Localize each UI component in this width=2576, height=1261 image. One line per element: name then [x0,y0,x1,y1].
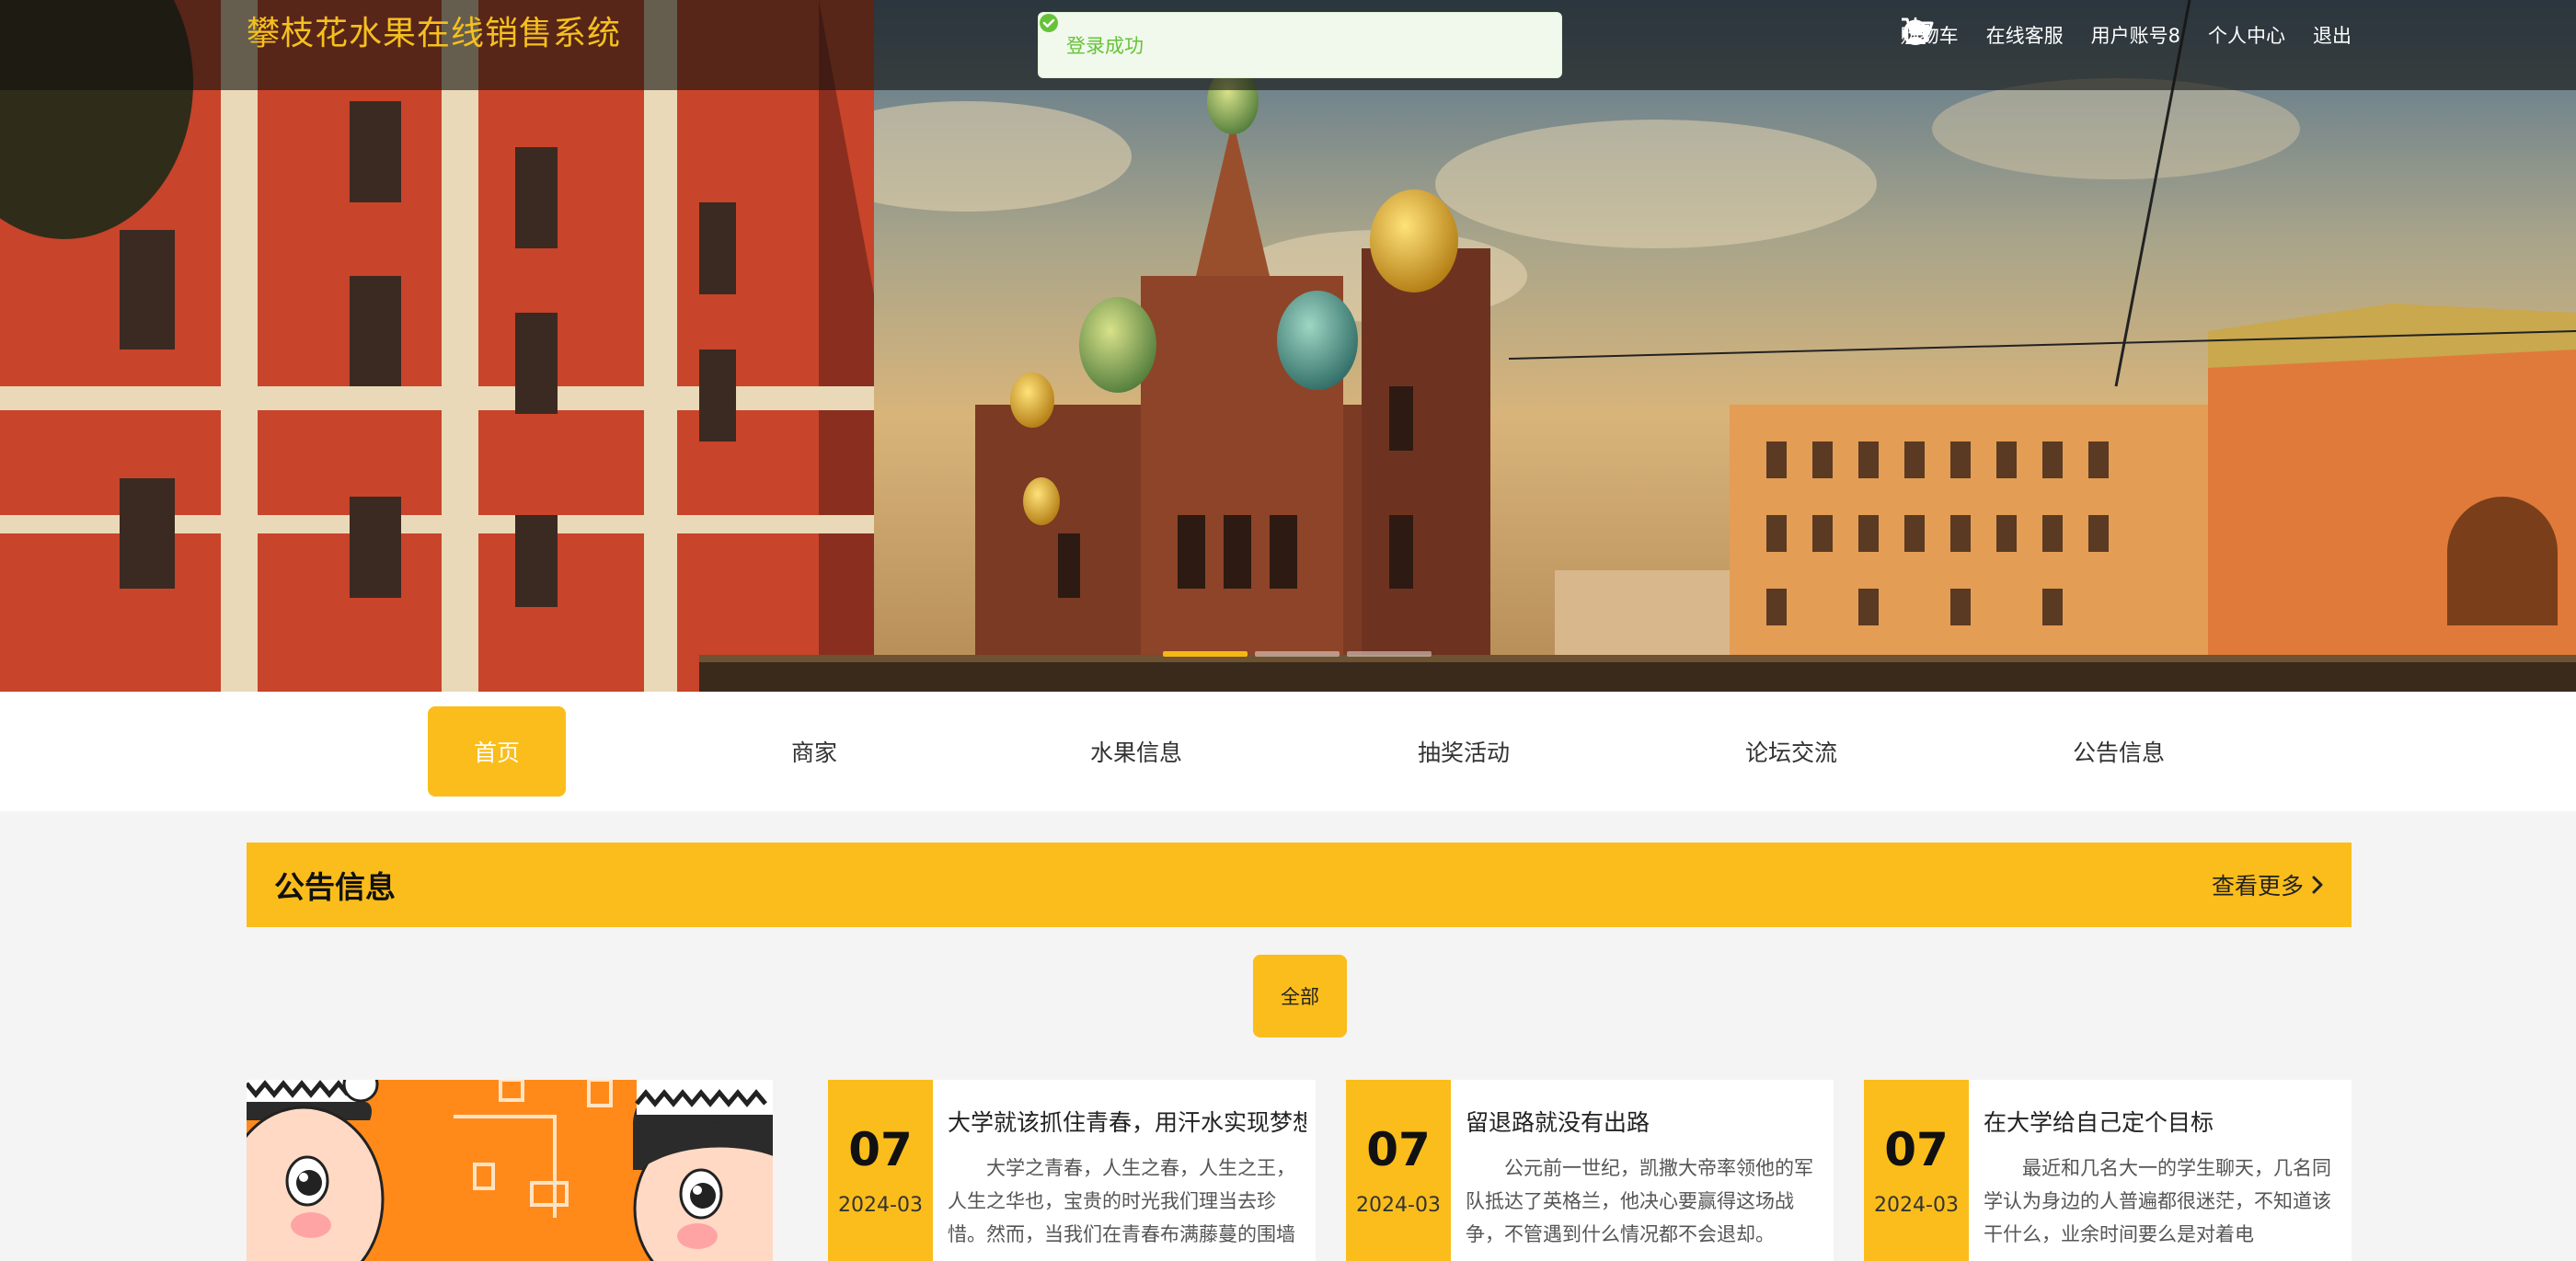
card-title[interactable]: 在大学给自己定个目标 [1984,1107,2342,1139]
main-nav: 首页 商家 水果信息 抽奖活动 论坛交流 公告信息 [0,692,2576,811]
card-excerpt: 大学之青春，人生之春，人生之王，人生之华也，宝贵的时光我们理当去珍惜。然而，当我… [948,1157,1295,1245]
nav-item-forum[interactable]: 论坛交流 [1722,706,1860,797]
card-day: 07 [1884,1123,1949,1176]
site-title[interactable]: 攀枝花水果在线销售系统 [247,13,621,55]
customer-service-label: 在线客服 [1985,25,2064,47]
nav-item-merchant[interactable]: 商家 [745,706,883,797]
carousel-indicator-1[interactable] [1163,651,1248,657]
notice-card[interactable]: 07 2024-03 在大学给自己定个目标 最近和几名大一的学生聊天，几名同学认… [1864,1080,2352,1261]
toast-message: 登录成功 [1066,35,1144,57]
personal-center-label: 个人中心 [2208,25,2285,47]
card-title[interactable]: 留退路就没有出路 [1466,1107,1824,1139]
card-year-month: 2024-03 [1874,1194,1959,1217]
view-more-link[interactable]: 查看更多 [2212,868,2324,901]
card-excerpt: 最近和几名大一的学生聊天，几名同学认为身边的人普遍都很迷茫，不知道该干什么，业余… [1984,1157,2331,1245]
personal-center-link[interactable]: 个人中心 [2208,21,2285,49]
success-toast: 登录成功 [1038,12,1562,78]
cartoon-illustration [247,1080,773,1261]
banner-image [0,0,2576,692]
filter-all-button[interactable]: 全部 [1253,955,1347,1037]
user-account-label: 用户账号8 [2090,25,2180,47]
notice-card[interactable]: 07 2024-03 留退路就没有出路 公元前一世纪，凯撒大帝率领他的军队抵达了… [1346,1080,1834,1261]
success-check-icon [1040,14,1058,32]
power-icon [1903,17,1927,45]
chevron-right-icon [2312,876,2323,894]
card-date: 07 2024-03 [1864,1080,1969,1261]
card-year-month: 2024-03 [838,1194,923,1217]
notice-section-header: 公告信息 查看更多 [247,843,2352,927]
card-day: 07 [1366,1123,1431,1176]
card-date: 07 2024-03 [828,1080,933,1261]
nav-item-fruit-info[interactable]: 水果信息 [1067,706,1205,797]
card-day: 07 [848,1123,913,1176]
notice-card[interactable]: 07 2024-03 大学就该抓住青春，用汗水实现梦想 大学之青春，人生之春，人… [828,1080,1316,1261]
card-year-month: 2024-03 [1356,1194,1441,1217]
hero-banner: 攀枝花水果在线销售系统 购物车 在线客服 用户账号8 个人中心 退出 登录成功 [0,0,2576,692]
section-title: 公告信息 [274,869,396,905]
card-date: 07 2024-03 [1346,1080,1451,1261]
carousel-indicators [1163,651,1432,657]
logout-label: 退出 [2313,25,2352,47]
card-excerpt: 公元前一世纪，凯撒大帝率领他的军队抵达了英格兰，他决心要赢得这场战争，不管遇到什… [1466,1157,1813,1245]
logout-link[interactable]: 退出 [1903,17,2352,49]
nav-item-lottery[interactable]: 抽奖活动 [1395,706,1533,797]
top-nav: 购物车 在线客服 用户账号8 个人中心 退出 [1901,17,2352,53]
carousel-indicator-2[interactable] [1255,651,1340,657]
carousel-indicator-3[interactable] [1347,651,1432,657]
nav-item-notice[interactable]: 公告信息 [2050,706,2188,797]
customer-service-link[interactable]: 在线客服 [1902,19,2064,49]
view-more-label: 查看更多 [2211,873,2304,900]
notice-feature-image[interactable] [247,1080,773,1261]
nav-item-home[interactable]: 首页 [428,706,566,797]
user-account-link[interactable]: 用户账号8 [2091,21,2180,49]
card-title[interactable]: 大学就该抓住青春，用汗水实现梦想 [948,1107,1306,1139]
